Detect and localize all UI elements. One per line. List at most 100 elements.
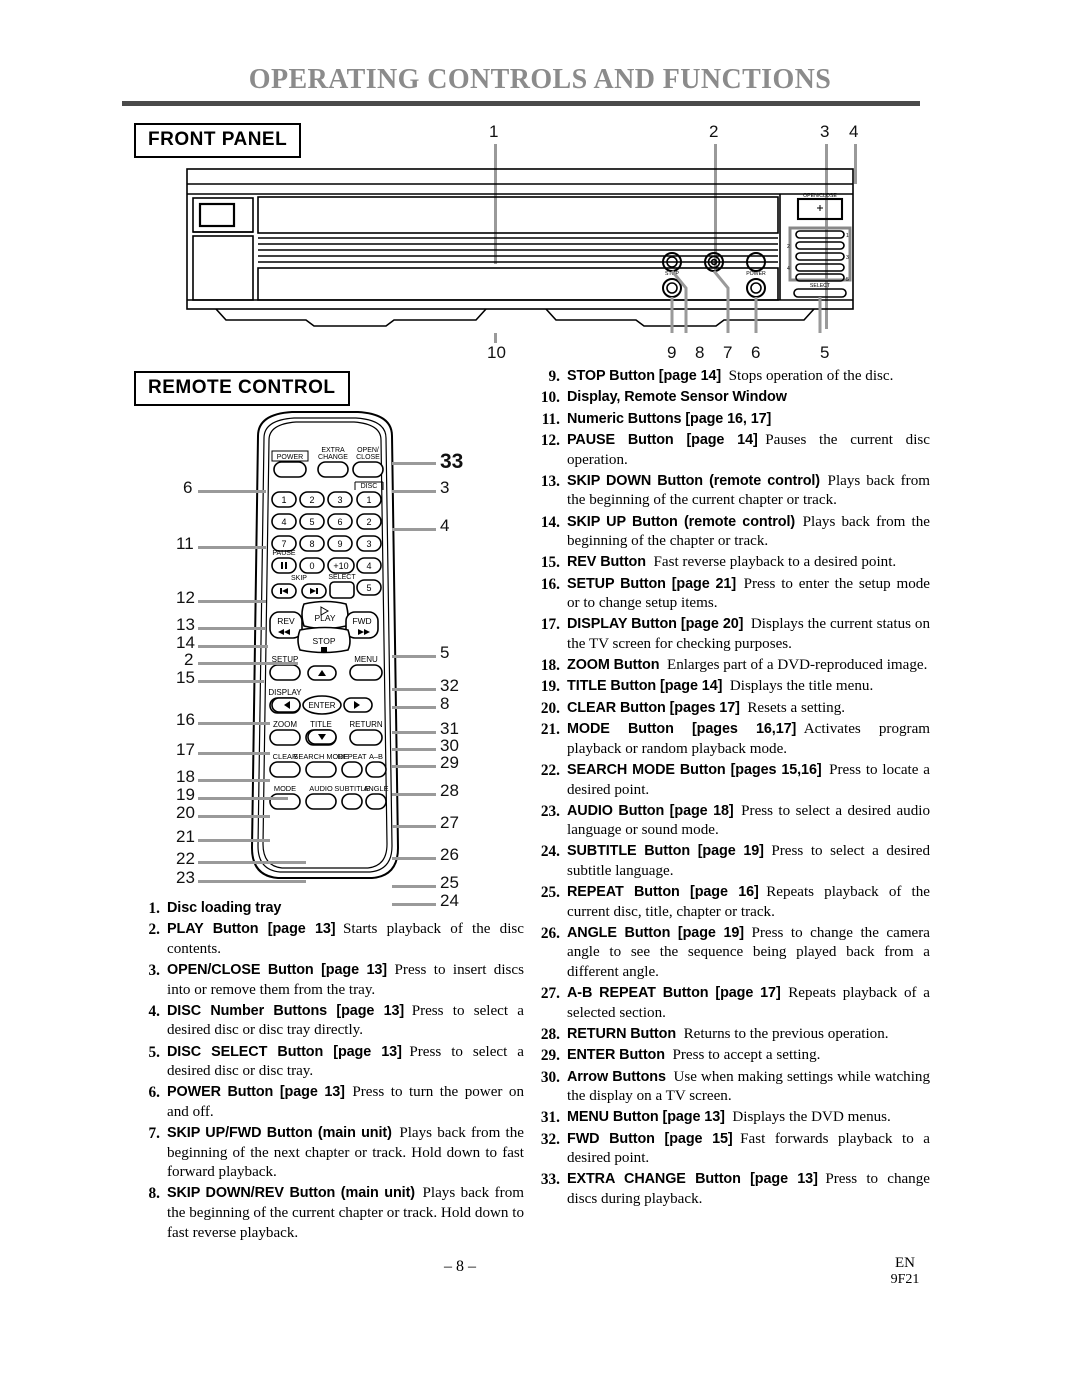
list-item-term: ENTER Button: [567, 1047, 665, 1064]
svg-text:7: 7: [281, 539, 286, 549]
remote-callout-32: 32: [440, 676, 459, 695]
list-item-number: 33.: [540, 1171, 560, 1189]
front-callout-3: 3: [820, 122, 830, 141]
list-item-body: DISC Number Buttons [page 13] Press to s…: [167, 1002, 524, 1041]
svg-text:4: 4: [787, 266, 790, 272]
front-callout-9: 9: [667, 343, 677, 362]
list-item-term: PLAY Button [page 13]: [167, 921, 336, 938]
remote-callout-20: 20: [176, 803, 195, 822]
remote-leader-27: [392, 825, 436, 828]
list-item-body: OPEN/CLOSE Button [page 13] Press to ins…: [167, 961, 524, 1000]
front-label-power: POWER: [746, 271, 766, 277]
list-item-number: 14.: [540, 513, 560, 531]
footer-language: EN: [895, 1255, 915, 1271]
description-list-right: 9. STOP Button [page 14] Stops operation …: [534, 367, 930, 1211]
svg-text:FWD: FWD: [352, 616, 371, 626]
list-item: 14. SKIP UP Button (remote control) Plays…: [534, 513, 930, 552]
list-item-term: SKIP UP Button (remote control): [567, 513, 796, 530]
list-item: 15. REV Button Fast reverse playback to a…: [534, 553, 930, 573]
section-heading-front-panel: FRONT PANEL: [134, 123, 302, 158]
remote-btn-extra-change: [317, 461, 349, 478]
list-item-body: PLAY Button [page 13] Starts playback of…: [167, 920, 524, 959]
svg-text:2: 2: [309, 495, 314, 505]
remote-leader-13: [198, 627, 266, 630]
list-item-body: A-B REPEAT Button [page 17] Repeats play…: [567, 984, 930, 1023]
remote-callout-2: 2: [184, 650, 194, 669]
page-title: OPERATING CONTROLS AND FUNCTIONS: [248, 64, 832, 95]
list-item-number: 9.: [548, 368, 560, 385]
list-item: 9. STOP Button [page 14] Stops operation …: [534, 367, 930, 387]
svg-text:ENTER: ENTER: [308, 701, 335, 710]
remote-callout-5: 5: [440, 643, 450, 662]
front-callout-7: 7: [723, 343, 733, 362]
list-item-body: SUBTITLE Button [page 19] Press to selec…: [567, 842, 930, 881]
remote-leader-8: [392, 706, 436, 709]
list-item-term: SKIP DOWN/REV Button (main unit): [167, 1185, 415, 1202]
list-item-number: 23.: [540, 802, 560, 820]
svg-text:5: 5: [366, 583, 371, 593]
front-callout-10: 10: [487, 343, 506, 362]
list-item-term: ZOOM Button: [567, 657, 660, 674]
list-item-body: Arrow Buttons Use when making settings w…: [567, 1068, 930, 1107]
list-item-term: SUBTITLE Button [page 19]: [567, 843, 764, 860]
list-item-number: 13.: [540, 472, 560, 490]
list-item: 32. FWD Button [page 15] Fast forwards pl…: [534, 1130, 930, 1169]
list-item-term: EXTRA CHANGE Button [page 13]: [567, 1171, 818, 1188]
list-item: 13. SKIP DOWN Button (remote control) Pla…: [534, 472, 930, 511]
list-item: 33. EXTRA CHANGE Button [page 13] Press t…: [534, 1170, 930, 1209]
manual-page: OPERATING CONTROLS AND FUNCTIONS FRONT P…: [0, 0, 1080, 1397]
list-item-term: FWD Button [page 15]: [567, 1130, 733, 1147]
front-leader-4: [854, 144, 857, 184]
remote-leader-3: [392, 490, 436, 493]
remote-callout-15: 15: [176, 668, 195, 687]
list-item-body: ENTER Button Press to accept a setting.: [567, 1046, 930, 1066]
list-item-number: 17.: [540, 616, 560, 634]
list-item-body: MODE Button [pages 16,17] Activates prog…: [567, 720, 930, 759]
list-item: 12. PAUSE Button [page 14] Pauses the cur…: [534, 431, 930, 470]
list-item-term: MENU Button [page 13]: [567, 1109, 725, 1126]
list-item-body: SETUP Button [page 21] Press to enter th…: [567, 575, 930, 614]
list-item-description: Stops operation of the disc.: [721, 368, 894, 384]
remote-leader-28: [392, 793, 436, 796]
list-item-term: PAUSE Button [page 14]: [567, 432, 758, 449]
list-item-body: Display, Remote Sensor Window: [567, 388, 930, 408]
remote-callout-21: 21: [176, 827, 195, 846]
remote-leader-26: [392, 857, 436, 860]
front-callout-5: 5: [820, 343, 830, 362]
remote-leader-5: [392, 655, 436, 658]
svg-text:1: 1: [366, 495, 371, 505]
remote-leader-11: [198, 546, 266, 549]
list-item-body: SEARCH MODE Button [pages 15,16] Press t…: [567, 761, 930, 800]
list-item-description: Displays the title menu.: [722, 678, 874, 695]
remote-callout-12: 12: [176, 588, 195, 607]
remote-leader-32: [392, 688, 436, 691]
svg-text:6: 6: [337, 517, 342, 527]
list-item-body: SKIP DOWN Button (remote control) Plays …: [567, 472, 930, 511]
list-item-number: 5.: [148, 1043, 160, 1061]
remote-leader-15: [198, 680, 264, 683]
front-panel-illustration: OPEN/CLOSE STOP POWER SELECT 12 34 5: [186, 168, 854, 333]
list-item-body: EXTRA CHANGE Button [page 13] Press to c…: [567, 1170, 930, 1209]
list-item-number: 4.: [148, 1002, 160, 1020]
front-callout-1: 1: [489, 122, 499, 141]
list-item-description: Returns to the previous operation.: [676, 1025, 889, 1042]
list-item-body: SKIP UP Button (remote control) Plays ba…: [567, 513, 930, 552]
list-item: 19. TITLE Button [page 14] Displays the t…: [534, 677, 930, 697]
svg-text:SKIP: SKIP: [291, 575, 307, 582]
remote-leader-29: [392, 765, 436, 768]
list-item: 5. DISC SELECT Button [page 13] Press to …: [134, 1043, 524, 1082]
list-item-body: DISPLAY Button [page 20] Displays the cu…: [567, 615, 930, 654]
front-callout-2: 2: [709, 122, 719, 141]
list-item-term: Arrow Buttons: [567, 1068, 666, 1085]
list-item-term: POWER Button [page 13]: [167, 1084, 345, 1101]
list-item-number: 10.: [540, 389, 560, 407]
remote-leader-16: [198, 722, 270, 725]
list-item-number: 2.: [148, 921, 160, 939]
list-item: 24. SUBTITLE Button [page 19] Press to se…: [534, 842, 930, 881]
remote-callout-18: 18: [176, 767, 195, 786]
list-item-body: RETURN Button Returns to the previous op…: [567, 1025, 930, 1045]
list-item-number: 27.: [540, 985, 560, 1003]
remote-callout-19: 19: [176, 785, 195, 804]
list-item: 8. SKIP DOWN/REV Button (main unit) Plays…: [134, 1184, 524, 1243]
list-item-body: FWD Button [page 15] Fast forwards playb…: [567, 1130, 930, 1169]
